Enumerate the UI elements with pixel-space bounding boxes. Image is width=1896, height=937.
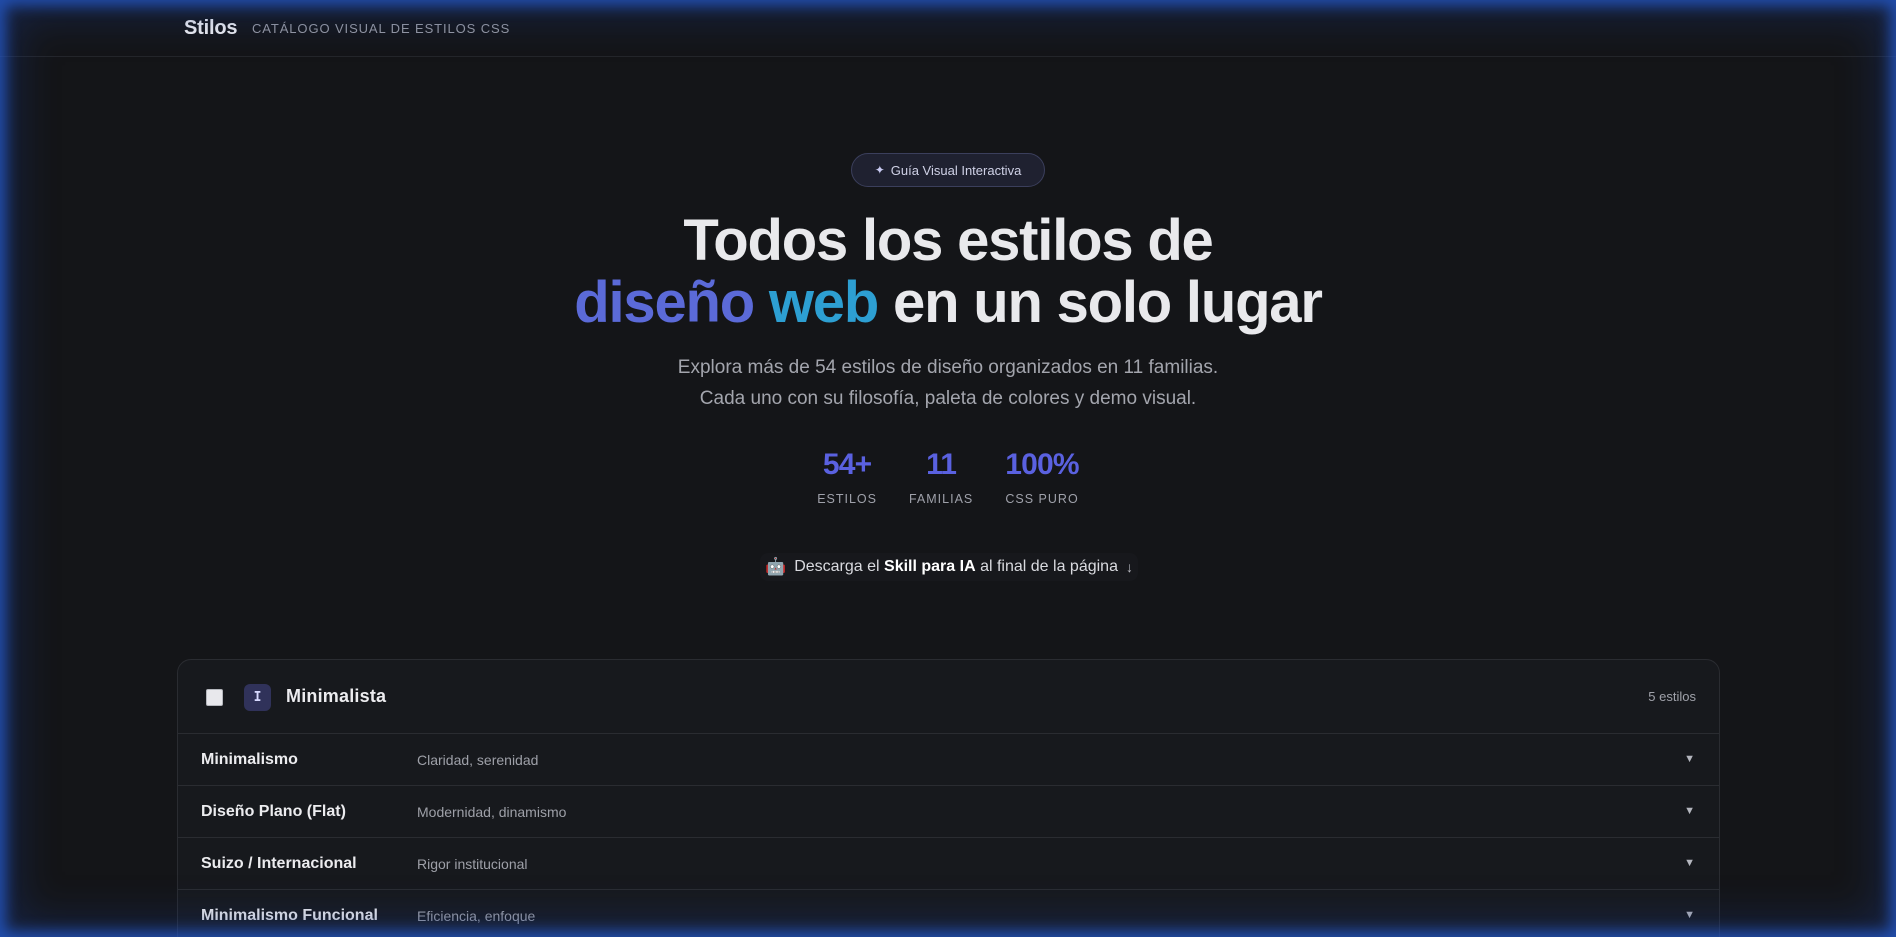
top-bar: Stilos CATÁLOGO VISUAL DE ESTILOS CSS [0, 0, 1896, 57]
stat-label: ESTILOS [817, 492, 877, 506]
stat-pure-css: 100% CSS PURO [1005, 448, 1079, 506]
style-row[interactable]: Minimalismo Claridad, serenidad ▼ [178, 734, 1719, 786]
skill-note-text: Descarga el Skill para IA al final de la… [794, 558, 1118, 576]
hero-subtitle: Explora más de 54 estilos de diseño orga… [0, 352, 1896, 414]
chevron-down-icon[interactable]: ▼ [1684, 805, 1695, 817]
stat-families: 11 FAMILIAS [909, 448, 973, 506]
brand-tagline: CATÁLOGO VISUAL DE ESTILOS CSS [252, 21, 511, 36]
stat-value: 11 [926, 448, 957, 481]
style-name: Minimalismo [201, 751, 298, 768]
style-row[interactable]: Diseño Plano (Flat) Modernidad, dinamism… [178, 786, 1719, 838]
family-panel-minimalista: I Minimalista 5 estilos Minimalismo Clar… [177, 659, 1720, 937]
chevron-down-icon[interactable]: ▼ [1684, 857, 1695, 869]
style-description: Eficiencia, enfoque [417, 908, 536, 924]
skill-note-prefix: Descarga el [794, 558, 880, 575]
hero-badge-label: Guía Visual Interactiva [890, 162, 1022, 178]
hero-stats: 54+ ESTILOS 11 FAMILIAS 100% CSS PURO [0, 448, 1896, 506]
skill-note-suffix: al final de la página [980, 558, 1118, 575]
family-checkbox[interactable] [206, 689, 223, 706]
style-description: Rigor institucional [417, 856, 528, 872]
sparkle-icon: ✦ [874, 163, 885, 177]
style-row[interactable]: Minimalismo Funcional Eficiencia, enfoqu… [178, 890, 1719, 937]
brand-logo[interactable]: Stilos [184, 17, 237, 40]
stat-label: FAMILIAS [908, 492, 974, 506]
hero-badge: ✦ Guía Visual Interactiva [851, 153, 1045, 187]
hero-subtitle-line1: Explora más de 54 estilos de diseño orga… [677, 357, 1219, 378]
hero-subtitle-line2: Cada uno con su filosofía, paleta de col… [699, 388, 1197, 409]
style-name: Minimalismo Funcional [201, 907, 378, 924]
style-description: Modernidad, dinamismo [417, 804, 567, 820]
family-count: 5 estilos [1648, 689, 1696, 704]
hero-title: Todos los estilos de diseño web en un so… [0, 210, 1896, 334]
style-name: Diseño Plano (Flat) [201, 803, 346, 820]
skill-note-bold: Skill para IA [884, 558, 976, 575]
skill-download-link[interactable]: 🤖 Descarga el Skill para IA al final de … [760, 553, 1138, 581]
hero-title-line1: Todos los estilos de [683, 208, 1213, 273]
family-name: Minimalista [286, 686, 387, 706]
hero-title-highlight-2: web [768, 270, 879, 335]
hero-title-highlight-1: diseño [574, 270, 755, 335]
family-icon: I [244, 684, 271, 711]
style-row[interactable]: Suizo / Internacional Rigor instituciona… [178, 838, 1719, 890]
hero-title-rest: en un solo lugar [893, 270, 1323, 335]
chevron-down-icon[interactable]: ▼ [1684, 753, 1695, 765]
style-description: Claridad, serenidad [417, 752, 539, 768]
stat-styles: 54+ ESTILOS [817, 448, 877, 506]
stat-value: 100% [1005, 448, 1079, 481]
arrow-down-icon: ↓ [1125, 559, 1133, 575]
robot-icon: 🤖 [765, 557, 787, 576]
style-name: Suizo / Internacional [201, 855, 357, 872]
chevron-down-icon[interactable]: ▼ [1684, 909, 1695, 921]
family-header[interactable]: I Minimalista 5 estilos [178, 660, 1719, 734]
stat-value: 54+ [822, 448, 872, 481]
stat-label: CSS PURO [1005, 492, 1079, 506]
